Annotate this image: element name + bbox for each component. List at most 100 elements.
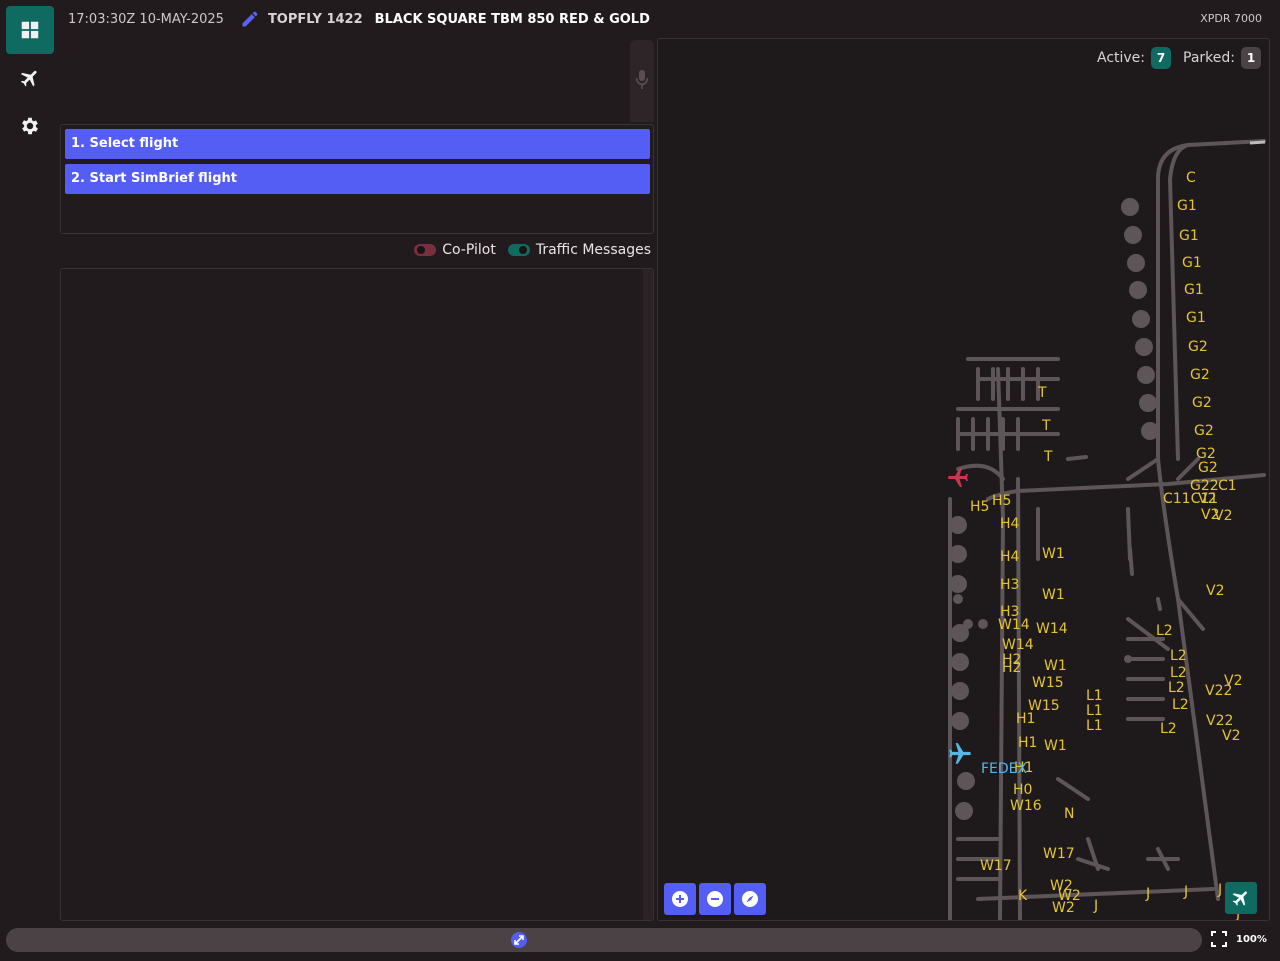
flight-button[interactable] — [6, 54, 54, 102]
taxiway-label: L2 — [1172, 697, 1189, 713]
transponder-code: XPDR 7000 — [1200, 12, 1262, 25]
taxiway-label: L1 — [1086, 703, 1103, 719]
center-aircraft-button[interactable] — [1225, 882, 1257, 914]
taxiway-label: W15 — [1032, 675, 1064, 691]
aircraft-name: BLACK SQUARE TBM 850 RED & GOLD — [374, 11, 650, 27]
minus-circle-icon — [707, 891, 723, 907]
traffic-counts: Active: 7 Parked: 1 — [1097, 47, 1261, 69]
ground-map[interactable]: Active: 7 Parked: 1 C G1 G1 G1 G1 G1 G2 G2 G2 G2 G… — [657, 38, 1270, 921]
taxiway-label: K — [1018, 888, 1028, 904]
message-log — [60, 268, 654, 921]
taxiway-label: V2 — [1198, 491, 1217, 507]
gear-icon — [22, 117, 38, 135]
taxiway-label: H1 — [1016, 711, 1036, 727]
dashboard-button[interactable] — [6, 6, 54, 54]
taxiway-label: L2 — [1168, 680, 1185, 696]
taxiway-label: C — [1186, 170, 1196, 186]
compass-icon — [742, 891, 758, 907]
bottom-right-controls: 100% — [1210, 930, 1267, 948]
settings-button[interactable] — [6, 102, 54, 150]
taxiway-label: W16 — [1010, 798, 1042, 814]
taxiway-label: C1 — [1218, 478, 1237, 494]
taxiway-label: L2 — [1160, 721, 1177, 737]
parked-label: Parked: — [1183, 50, 1235, 66]
resize-bar[interactable] — [6, 928, 1202, 952]
resize-handle-icon[interactable] — [510, 931, 528, 949]
flight-actions-panel: 1. Select flight 2. Start SimBrief fligh… — [60, 124, 654, 234]
taxiway-label: W1 — [1044, 658, 1067, 674]
taxiway-label: J — [1218, 882, 1223, 898]
taxiway-label: G1 — [1177, 198, 1197, 214]
taxiway-label: G2 — [1192, 395, 1212, 411]
plus-circle-icon — [672, 891, 688, 907]
plane-icon — [20, 70, 37, 87]
taxiway-label: H5 — [970, 499, 990, 515]
taxiway-label: V2 — [1214, 508, 1233, 524]
callsign: TOPFLY 1422 — [267, 11, 363, 27]
taxiway-label: W1 — [1044, 738, 1067, 754]
taxiway-label: V2 — [1222, 728, 1241, 744]
fullscreen-icon[interactable] — [1210, 930, 1228, 948]
taxiway-label: H3 — [1000, 577, 1020, 593]
taxiway-label: H5 — [992, 493, 1012, 509]
taxiway-label: H1 — [1018, 735, 1038, 751]
traffic-messages-label: Traffic Messages — [535, 242, 651, 258]
start-simbrief-button[interactable]: 2. Start SimBrief flight — [65, 164, 650, 194]
pencil-icon — [242, 11, 258, 27]
taxiway-label: L2 — [1156, 623, 1173, 639]
taxiway-label: G2 — [1196, 446, 1216, 462]
taxiway-label: W14 — [1036, 621, 1068, 637]
side-nav — [0, 0, 60, 925]
taxiway-label: J — [1146, 886, 1151, 902]
taxiway-label: G1 — [1186, 310, 1206, 326]
taxiway-label: W14 — [1002, 637, 1034, 653]
taxiway-label: G2 — [1198, 460, 1218, 476]
taxiway-label: W17 — [980, 858, 1012, 874]
taxiway-label: J — [1094, 898, 1099, 914]
taxiway-label: W17 — [1043, 846, 1075, 862]
taxiway-label: L2 — [1170, 665, 1187, 681]
select-flight-button[interactable]: 1. Select flight — [65, 129, 650, 159]
microphone-icon — [636, 70, 648, 89]
voice-strip[interactable] — [630, 40, 654, 122]
plane-icon — [1232, 891, 1247, 906]
edit-callsign-button[interactable] — [240, 9, 260, 29]
traffic-aircraft-icon[interactable] — [947, 741, 973, 767]
active-count-badge: 7 — [1151, 47, 1172, 69]
dashboard-icon — [21, 21, 39, 39]
taxiway-label: W1 — [1042, 546, 1065, 562]
map-controls — [664, 883, 766, 915]
utc-clock: 17:03:30Z 10-MAY-2025 — [68, 11, 224, 27]
copilot-toggle[interactable] — [414, 244, 437, 256]
taxiway-label: L2 — [1170, 648, 1187, 664]
copilot-label: Co-Pilot — [442, 242, 496, 258]
taxiway-label: H4 — [1000, 549, 1020, 565]
taxiway-label: W14 — [998, 617, 1030, 633]
message-log-scrollbar[interactable] — [643, 269, 653, 920]
taxiway-label: H4 — [1000, 516, 1020, 532]
taxiway-label: V22 — [1205, 683, 1233, 699]
zoom-percentage: 100% — [1236, 933, 1267, 945]
taxiway-label: H0 — [1013, 782, 1033, 798]
zoom-in-button[interactable] — [664, 883, 696, 915]
taxiway-label: G2 — [1188, 339, 1208, 355]
taxiway-label: N — [1064, 806, 1075, 822]
taxiway-label: G1 — [1179, 228, 1199, 244]
traffic-messages-toggle[interactable] — [507, 244, 530, 256]
taxiway-label: G2 — [1190, 367, 1210, 383]
taxiway-label: G1 — [1182, 255, 1202, 271]
taxiway-label: W2 — [1052, 900, 1075, 916]
taxiway-label: V2 — [1206, 583, 1225, 599]
taxiway-label: L1 — [1086, 688, 1103, 704]
taxiway-label: V22 — [1206, 713, 1234, 729]
taxiway-label: W1 — [1042, 587, 1065, 603]
taxiway-label: G2 — [1194, 423, 1214, 439]
compass-button[interactable] — [734, 883, 766, 915]
zoom-out-button[interactable] — [699, 883, 731, 915]
active-label: Active: — [1096, 50, 1146, 66]
traffic-callsign-label: FEDEX — [981, 761, 1028, 777]
own-aircraft-icon[interactable] — [946, 465, 970, 489]
taxiway-label: G1 — [1184, 282, 1204, 298]
taxiway-label: J — [1184, 884, 1189, 900]
parked-count-badge: 1 — [1241, 47, 1261, 69]
